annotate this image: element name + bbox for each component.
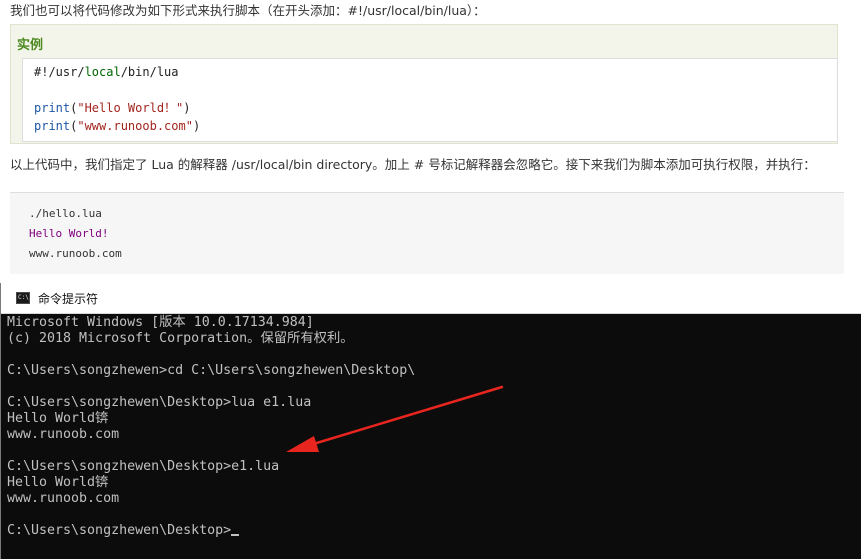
- console-line: Microsoft Windows [版本 10.0.17134.984]: [7, 315, 314, 330]
- code-line-print-site: print("www.runoob.com"): [34, 117, 837, 135]
- code-function-print: print: [34, 119, 71, 133]
- console-prompt-line[interactable]: C:\Users\songzhewen\Desktop>: [7, 523, 861, 539]
- code-paren-close: ): [183, 101, 191, 115]
- intro-text: 我们也可以将代码修改为如下形式来执行脚本（在开头添加：#!/usr/local/…: [10, 3, 486, 18]
- cmd-console-output[interactable]: Microsoft Windows [版本 10.0.17134.984] (c…: [7, 314, 861, 560]
- console-line: www.runoob.com: [7, 427, 120, 442]
- code-paren-close: ): [192, 119, 201, 133]
- example-box: 实例 #!/usr/local/bin/lua print("Hello Wor…: [10, 24, 838, 144]
- output-command: ./hello.lua: [29, 207, 102, 220]
- code-line-shebang: #!/usr/local/bin/lua: [34, 63, 837, 81]
- code-shebang-prefix: #!/usr/: [34, 65, 85, 79]
- console-line: (c) 2018 Microsoft Corporation。保留所有权利。: [7, 331, 354, 346]
- console-line: C:\Users\songzhewen>cd C:\Users\songzhew…: [7, 363, 416, 378]
- text-cursor: [231, 534, 240, 536]
- cmd-window-icon[interactable]: C:\: [16, 292, 30, 304]
- console-line: C:\Users\songzhewen\Desktop>e1.lua: [7, 459, 280, 474]
- cmd-titlebar[interactable]: C:\ 命令提示符: [1, 283, 861, 314]
- console-line: C:\Users\songzhewen\Desktop>lua e1.lua: [7, 395, 312, 410]
- output-site: www.runoob.com: [29, 247, 122, 260]
- console-line: Hello World锛: [7, 475, 109, 490]
- code-string-hello: "Hello World！": [77, 101, 184, 115]
- code-keyword-local: local: [84, 65, 121, 79]
- output-example-block: ./hello.lua Hello World! www.runoob.com: [10, 192, 844, 274]
- cmd-window[interactable]: C:\ 命令提示符 Microsoft Windows [版本 10.0.171…: [0, 283, 861, 559]
- code-shebang-suffix: /bin/lua: [120, 65, 179, 79]
- code-line-print-hello: print("Hello World！"): [34, 99, 837, 117]
- example-code-block: #!/usr/local/bin/lua print("Hello World！…: [22, 58, 838, 142]
- console-prompt: C:\Users\songzhewen\Desktop>: [7, 523, 232, 538]
- console-line: Hello World锛: [7, 411, 109, 426]
- output-hello: Hello World!: [29, 227, 109, 240]
- console-line: www.runoob.com: [7, 491, 120, 506]
- example-title: 实例: [17, 38, 44, 53]
- description-text: 以上代码中，我们指定了 Lua 的解释器 /usr/local/bin dire…: [10, 157, 816, 172]
- cmd-window-title: 命令提示符: [38, 292, 99, 306]
- code-function-print: print: [34, 101, 71, 115]
- code-string-site: "www.runoob.com": [77, 119, 193, 133]
